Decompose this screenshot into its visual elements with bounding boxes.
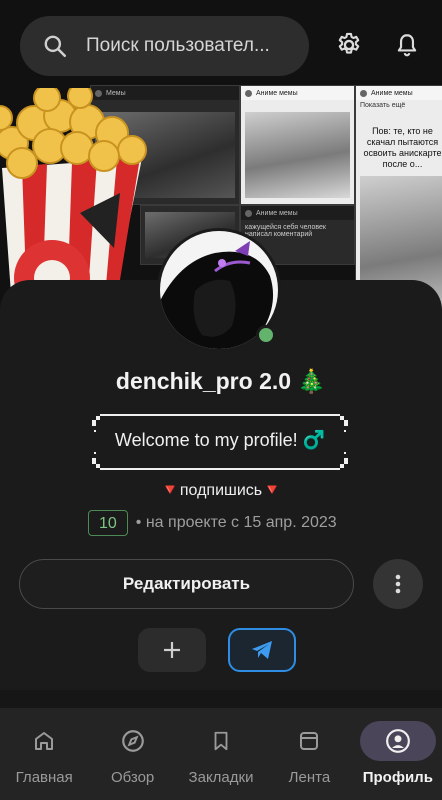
search-icon (44, 35, 67, 58)
plus-icon (164, 642, 180, 658)
telegram-link-button[interactable] (228, 628, 296, 672)
online-indicator (256, 325, 276, 345)
meme-caption: Пов: те, кто не скачал пытаются освоить … (363, 126, 442, 169)
bell-icon (397, 34, 417, 57)
gear-icon (338, 32, 360, 54)
more-options-button[interactable] (373, 559, 423, 609)
add-link-button[interactable] (138, 628, 206, 672)
nav-label: Закладки (188, 769, 254, 786)
profile-status: Welcome to my profile! ♂️ (114, 430, 326, 450)
meme-author: Аниме мемы (371, 89, 413, 97)
nav-label: Профиль (362, 769, 433, 786)
search-bar[interactable] (20, 16, 309, 76)
profile-icon (385, 729, 410, 753)
compass-icon (121, 730, 144, 752)
notifications-button[interactable] (392, 30, 422, 60)
nav-item-home[interactable]: Главная (0, 708, 88, 800)
username: denchik_pro 2.0 🎄 (115, 368, 327, 394)
telegram-icon (252, 641, 272, 659)
profile-meta: 10 • на проекте с 15 апр. 2023 (88, 510, 337, 536)
reputation-badge: 10 (88, 510, 128, 536)
nav-label: Лента (288, 769, 331, 786)
home-icon (35, 732, 54, 750)
nav-label: Главная (15, 769, 73, 786)
section-divider (0, 690, 442, 708)
meme-author: Аниме мемы (256, 89, 298, 97)
nav-item-feed[interactable]: Лента (265, 708, 353, 800)
settings-button[interactable] (334, 30, 364, 60)
more-vertical-icon (395, 574, 401, 594)
nav-label: Обзор (110, 769, 155, 786)
meme-caption: кажущейся себя человек написал коментари… (245, 224, 326, 238)
edit-profile-button[interactable]: Редактировать (19, 559, 354, 609)
member-since: • на проекте с 15 апр. 2023 (135, 514, 337, 531)
meme-author: Аниме мемы (256, 209, 298, 217)
nav-item-explore[interactable]: Обзор (88, 708, 176, 800)
nav-item-bookmarks[interactable]: Закладки (177, 708, 265, 800)
bookmark-icon (214, 731, 228, 751)
search-input[interactable] (86, 35, 296, 57)
popcorn-sticker (0, 88, 147, 308)
profile-tagline: 🔻подпишись🔻 (159, 482, 283, 499)
bottom-navigation: Главная Обзор Закладки Лента Профиль (0, 708, 442, 800)
status-box: Welcome to my profile! ♂️ (92, 412, 348, 472)
banner-meme-2: Аниме мемы (240, 85, 355, 205)
feed-icon (300, 732, 319, 750)
nav-item-profile[interactable]: Профиль (354, 708, 442, 800)
meme-show-more: Показать ещё (360, 102, 406, 109)
